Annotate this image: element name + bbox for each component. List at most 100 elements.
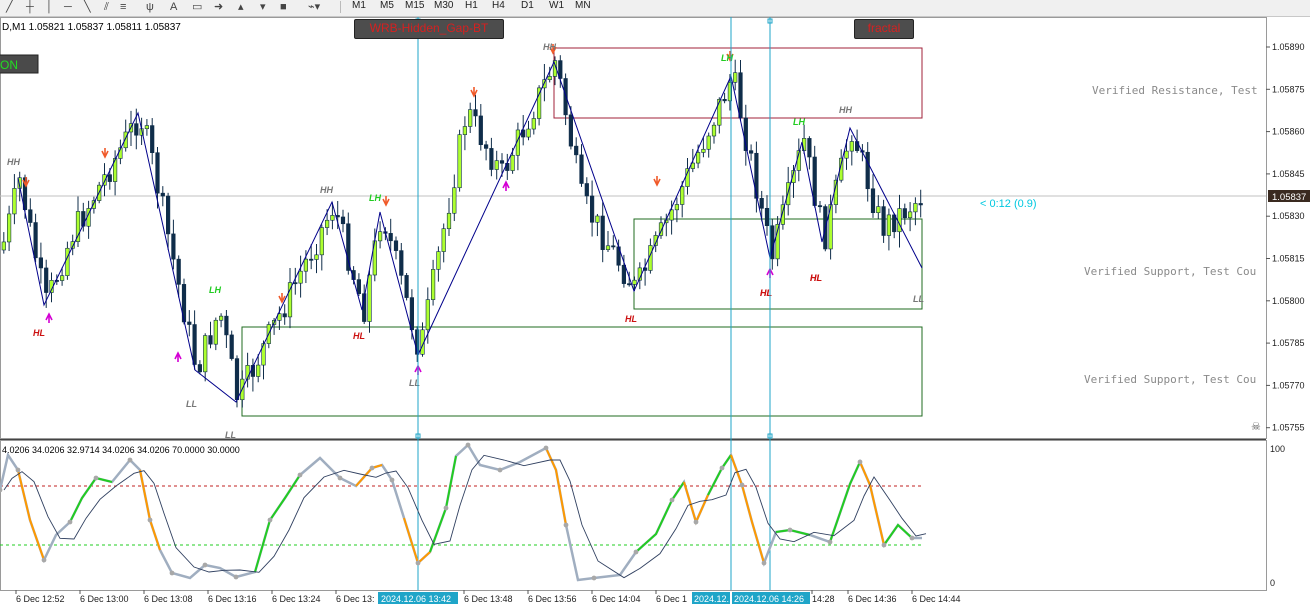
bear-candle xyxy=(224,315,229,336)
current-price-label: 1.05837 xyxy=(1272,192,1306,203)
swing-label: LH xyxy=(793,117,805,127)
indicator-dot xyxy=(719,465,725,471)
crosshair-time-1: 2024.12.06 13:42 xyxy=(381,594,451,604)
indicator-dot xyxy=(127,457,133,463)
time-tick-label: 6 Dec 1 xyxy=(656,594,687,604)
indicator-level-100: 100 xyxy=(1270,444,1285,454)
price-tick-label: 1.05890 xyxy=(1272,42,1305,52)
indicator-dot xyxy=(443,505,449,511)
bear-candle xyxy=(621,264,626,284)
bull-candle xyxy=(298,270,303,284)
bull-candle xyxy=(844,150,849,159)
bull-candle xyxy=(526,128,531,138)
wrb-hidden-gap-button[interactable]: WRB-Hidden_Gap-BT xyxy=(354,19,504,39)
bull-candle xyxy=(319,227,324,256)
bear-candle xyxy=(171,233,176,260)
bear-candle xyxy=(483,144,489,149)
indicator-pane[interactable] xyxy=(0,440,1267,591)
on-label: ON xyxy=(0,58,18,72)
bear-candle xyxy=(192,324,197,365)
bull-candle xyxy=(876,206,881,214)
bear-candle xyxy=(902,208,907,219)
indicator-dot xyxy=(297,472,303,478)
bear-candle xyxy=(33,222,38,259)
support-zone-label-1: Verified Support, Test Cou xyxy=(1084,265,1256,278)
indicator-dot xyxy=(267,517,273,523)
price-tick-label: 1.05875 xyxy=(1272,84,1305,94)
indicator-dot xyxy=(563,522,569,528)
bull-candle xyxy=(701,148,706,153)
time-tick-label: 6 Dec 13:00 xyxy=(80,594,129,604)
indicator-dot xyxy=(465,442,471,448)
bear-candle xyxy=(738,72,743,119)
bear-candle xyxy=(44,267,49,293)
price-axis: 1.05890 1.05875 1.05860 1.05845 1.05830 1.058… xyxy=(1266,42,1305,433)
bull-candle xyxy=(680,186,685,205)
bar-countdown: < 0:12 (0.9) xyxy=(980,198,1037,210)
ohlc-header: D,M1 1.05821 1.05837 1.05811 1.05837 xyxy=(2,22,181,33)
bear-candle xyxy=(611,245,616,248)
price-tick-label: 1.05785 xyxy=(1272,338,1305,348)
bull-candle xyxy=(849,141,854,152)
bear-candle xyxy=(356,279,362,294)
bear-candle xyxy=(234,358,240,401)
bear-candle xyxy=(574,145,579,156)
indicator-dot xyxy=(93,475,99,481)
price-tick-label: 1.05830 xyxy=(1272,211,1305,221)
bear-candle xyxy=(600,215,605,250)
time-tick-label: 6 Dec 13:08 xyxy=(144,594,193,604)
bull-candle xyxy=(468,109,473,127)
bear-candle xyxy=(764,207,770,227)
swing-label: HL xyxy=(33,328,45,338)
bear-candle xyxy=(229,334,234,359)
indicator-dot xyxy=(67,519,73,525)
bull-candle xyxy=(314,254,319,260)
indicator-dot xyxy=(147,517,153,523)
time-tick-label: 6 Dec 14:44 xyxy=(912,594,961,604)
swing-label: LL xyxy=(186,399,197,409)
bull-candle xyxy=(219,315,224,321)
bear-candle xyxy=(393,240,399,251)
bull-candle xyxy=(65,247,70,276)
indicator-dot xyxy=(415,560,421,566)
bear-candle xyxy=(282,313,287,318)
bull-candle xyxy=(324,219,330,228)
chart-canvas[interactable]: HHHLLLLHHLHHLHHLLLHLLLHHHLLHLHHLHLHHLL D… xyxy=(0,0,1310,606)
bull-candle xyxy=(695,152,701,164)
bull-candle xyxy=(7,213,12,243)
crosshair-time-3: 2024.12.06 14:26 xyxy=(734,594,804,604)
bull-candle xyxy=(510,155,515,171)
bear-candle xyxy=(918,203,923,206)
price-tick-label: 1.05800 xyxy=(1272,296,1305,306)
bull-candle xyxy=(425,299,430,331)
bull-candle xyxy=(711,124,717,137)
indicator-dot xyxy=(591,575,597,581)
fractal-button[interactable]: fractal xyxy=(854,19,914,39)
bull-candle xyxy=(330,215,335,221)
bull-candle xyxy=(441,228,446,252)
bear-candle xyxy=(197,364,203,373)
time-tick-label: 6 Dec 14:36 xyxy=(848,594,897,604)
bull-candle xyxy=(494,160,499,170)
bull-candle xyxy=(674,204,679,211)
bear-candle xyxy=(388,233,393,242)
indicator-dot xyxy=(909,535,915,541)
bear-candle xyxy=(473,109,478,117)
bull-candle xyxy=(457,134,462,189)
time-tick-label: 6 Dec 13:48 xyxy=(464,594,513,604)
bear-candle xyxy=(589,195,595,223)
bull-candle xyxy=(913,203,918,213)
bull-candle xyxy=(547,76,552,80)
indicator-dot xyxy=(202,562,208,568)
bear-candle xyxy=(309,258,314,261)
bear-candle xyxy=(107,174,112,182)
bull-candle xyxy=(733,72,738,83)
bull-candle xyxy=(531,118,536,130)
indicator-dot xyxy=(233,574,239,580)
bull-candle xyxy=(907,211,913,219)
price-tick-label: 1.05860 xyxy=(1272,127,1305,137)
time-tick-label: 14:28 xyxy=(812,594,835,604)
bull-candle xyxy=(144,125,150,130)
bear-candle xyxy=(187,321,192,325)
bear-candle xyxy=(399,250,404,276)
